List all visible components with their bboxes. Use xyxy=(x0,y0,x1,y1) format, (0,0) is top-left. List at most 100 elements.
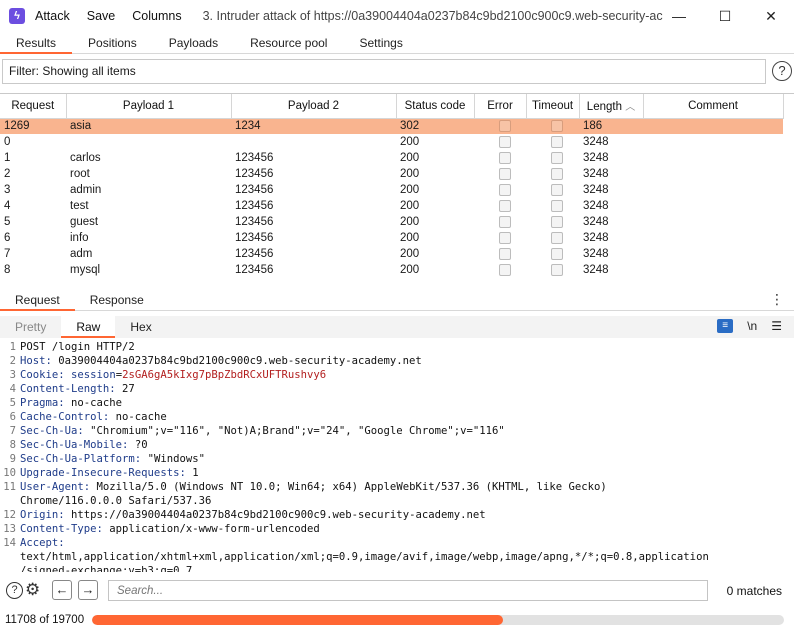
header-name: Sec-Ch-Ua-Mobile: xyxy=(20,439,129,451)
col-status-code[interactable]: Status code xyxy=(396,94,475,119)
code-fragment: "Windows" xyxy=(141,453,205,465)
table-row[interactable]: 2 root 123456 200 3248 xyxy=(0,166,783,182)
cell-error xyxy=(474,262,526,278)
checkbox-icon xyxy=(551,199,563,212)
col-timeout[interactable]: Timeout xyxy=(526,94,580,119)
tab-pretty[interactable]: Pretty xyxy=(0,316,61,338)
cell-timeout xyxy=(526,262,579,278)
minimize-icon[interactable]: — xyxy=(656,0,702,32)
code-text: Accept: xyxy=(20,536,65,550)
code-line: 7 Sec-Ch-Ua: "Chromium";v="116", "Not)A;B… xyxy=(0,424,794,438)
table-row[interactable]: 1 carlos 123456 200 3248 xyxy=(0,150,783,166)
tab-resource-pool[interactable]: Resource pool xyxy=(234,32,343,53)
line-number: 4 xyxy=(9,383,16,395)
cell-status-code: 200 xyxy=(400,200,420,212)
table-row[interactable]: 5 guest 123456 200 3248 xyxy=(0,214,783,230)
code-line: /signed-exchange;v=b3;q=0.7 xyxy=(0,564,794,572)
checkbox-icon xyxy=(499,151,511,164)
code-line: 9 Sec-Ch-Ua-Platform: "Windows" xyxy=(0,452,794,466)
table-row[interactable]: 4 test 123456 200 3248 xyxy=(0,198,783,214)
tab-positions[interactable]: Positions xyxy=(72,32,153,53)
col-error[interactable]: Error xyxy=(474,94,527,119)
more-options-icon[interactable]: ⋮ xyxy=(770,292,784,306)
request-editor[interactable]: 1 POST /login HTTP/2 2 Host: 0a39004404a023… xyxy=(0,340,794,572)
col-payload-1[interactable]: Payload 1 xyxy=(66,94,232,119)
table-row[interactable]: 8 mysql 123456 200 3248 xyxy=(0,262,783,278)
search-input[interactable] xyxy=(108,580,708,601)
cell-payload-1 xyxy=(66,134,231,150)
col-comment[interactable]: Comment xyxy=(643,94,784,119)
cell-length: 3248 xyxy=(583,136,609,148)
help-icon-search[interactable]: ? xyxy=(6,582,23,599)
cell-status-code: 200 xyxy=(400,136,420,148)
menu-attack[interactable]: Attack xyxy=(35,9,70,23)
line-number: 1 xyxy=(9,341,16,353)
checkbox-icon xyxy=(499,199,511,212)
code-text: Sec-Ch-Ua-Mobile: ?0 xyxy=(20,438,148,452)
cell-payload-2: 123456 xyxy=(235,264,274,276)
cell-length: 3248 xyxy=(583,264,609,276)
cell-length: 3248 xyxy=(583,248,609,260)
menu-icon[interactable]: ☰ xyxy=(771,319,782,333)
filter-bar[interactable]: Filter: Showing all items xyxy=(2,59,766,84)
header-name: Cache-Control: xyxy=(20,411,110,423)
cell-comment xyxy=(643,134,783,150)
code-line: 4 Content-Length: 27 xyxy=(0,382,794,396)
code-text: Sec-Ch-Ua-Platform: "Windows" xyxy=(20,452,205,466)
gear-icon[interactable]: ⚙ xyxy=(25,580,40,600)
menu-save[interactable]: Save xyxy=(87,9,116,23)
previous-match-button[interactable]: ← xyxy=(52,580,72,600)
help-icon[interactable]: ? xyxy=(772,61,792,81)
tab-raw[interactable]: Raw xyxy=(61,316,116,338)
next-match-button[interactable]: → xyxy=(78,580,98,600)
cell-length: 3248 xyxy=(583,200,609,212)
cell-payload-2: 123456 xyxy=(235,168,274,180)
table-row[interactable]: 3 admin 123456 200 3248 xyxy=(0,182,783,198)
wrap-lines-icon[interactable]: ≡ xyxy=(717,319,734,333)
line-number: 9 xyxy=(9,453,16,465)
tab-payloads[interactable]: Payloads xyxy=(153,32,234,53)
menu-columns[interactable]: Columns xyxy=(132,9,181,23)
show-newlines-toggle[interactable]: \n xyxy=(747,319,757,333)
code-fragment: text/html,application/xhtml+xml,applicat… xyxy=(20,551,709,563)
cell-comment xyxy=(643,246,783,262)
cell-request: 2 xyxy=(4,168,11,180)
code-line: 13 Content-Type: application/x-www-form-u… xyxy=(0,522,794,536)
cell-request: 6 xyxy=(4,232,11,244)
tab-response[interactable]: Response xyxy=(75,289,159,310)
maximize-icon[interactable]: ☐ xyxy=(702,0,748,32)
cell-request: 1269 xyxy=(0,118,66,134)
cell-status-code: 200 xyxy=(400,248,420,260)
checkbox-icon xyxy=(499,135,511,148)
col-request[interactable]: Request xyxy=(0,94,67,119)
checkbox-icon xyxy=(499,247,511,260)
cell-status-code: 200 xyxy=(400,168,420,180)
table-row[interactable]: 7 adm 123456 200 3248 xyxy=(0,246,783,262)
cell-payload-1: guest xyxy=(70,216,99,228)
close-icon[interactable]: ✕ xyxy=(748,0,794,32)
code-text: Content-Type: application/x-www-form-url… xyxy=(20,522,320,536)
cookie-value: 2sGA6gA5kIxg7pBpZbdRCxUFTRushvy6 xyxy=(122,369,327,381)
checkbox-icon xyxy=(551,215,563,228)
col-length[interactable]: Length ︿ xyxy=(579,94,644,119)
code-fragment: "Chromium";v="116", "Not)A;Brand";v="24"… xyxy=(83,425,505,437)
checkbox-icon xyxy=(499,167,511,180)
tab-settings[interactable]: Settings xyxy=(343,32,418,53)
checkbox-icon xyxy=(551,263,563,276)
tab-hex[interactable]: Hex xyxy=(115,316,166,338)
col-length-label: Length xyxy=(586,101,622,114)
tab-request[interactable]: Request xyxy=(0,289,75,311)
code-line: 12 Origin: https://0a39004404a0237b84c9bd… xyxy=(0,508,794,522)
table-row[interactable]: 6 info 123456 200 3248 xyxy=(0,230,783,246)
line-number: 5 xyxy=(9,397,16,409)
col-payload-2[interactable]: Payload 2 xyxy=(231,94,397,119)
header-name: Accept: xyxy=(20,537,65,549)
code-line: 10 Upgrade-Insecure-Requests: 1 xyxy=(0,466,794,480)
tab-results[interactable]: Results xyxy=(0,32,73,54)
header-name: Host: xyxy=(20,355,52,367)
cell-payload-2: 123456 xyxy=(235,200,274,212)
cell-error xyxy=(474,246,526,262)
results-table: Request Payload 1 Payload 2 Status code … xyxy=(0,93,794,284)
table-row[interactable]: 1269 asia 1234 302 186 xyxy=(0,118,783,134)
table-row[interactable]: 0 200 3248 xyxy=(0,134,783,150)
